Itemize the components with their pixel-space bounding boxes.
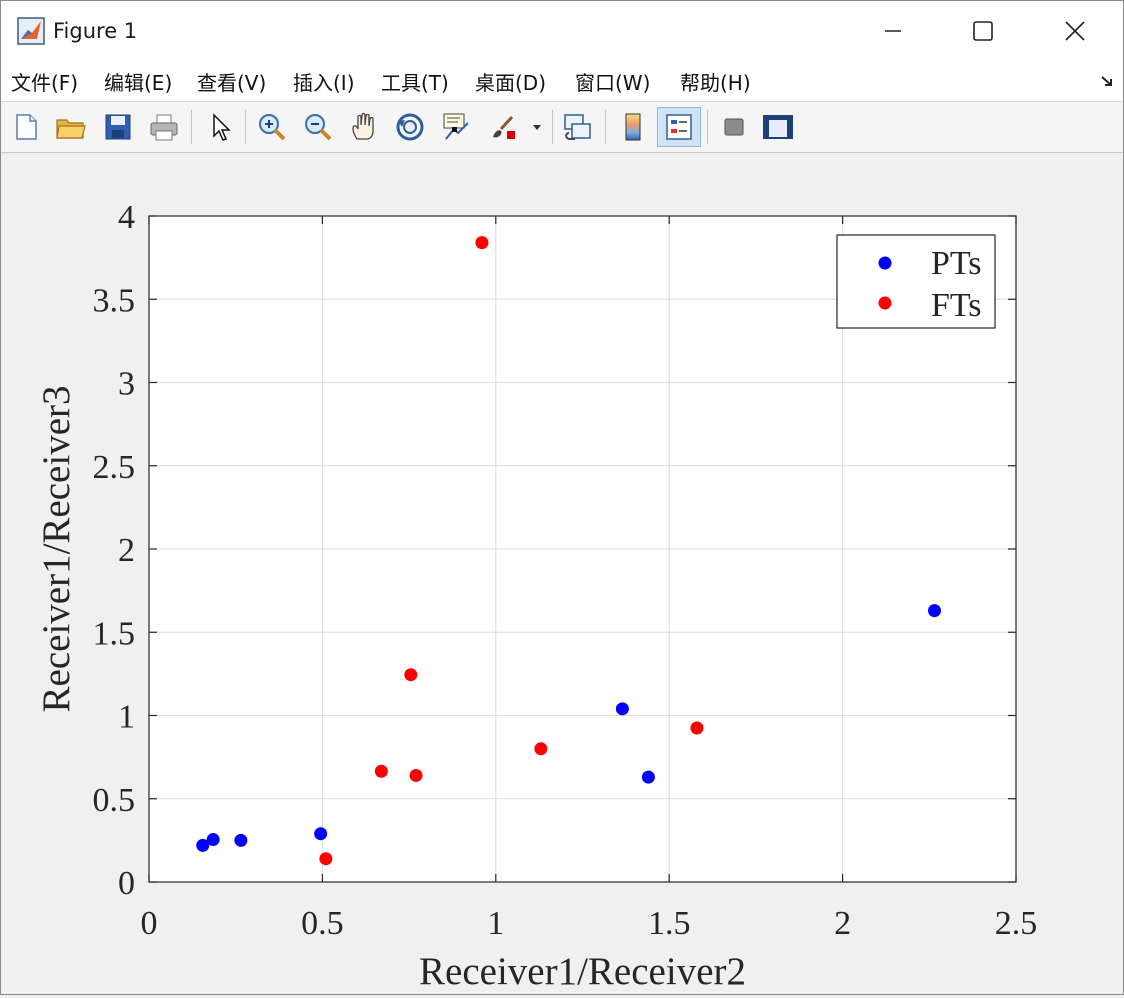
pointer-icon bbox=[213, 113, 231, 141]
rotate-3d-icon bbox=[396, 113, 424, 141]
data-point-fts bbox=[475, 236, 489, 250]
data-point-fts bbox=[690, 721, 704, 735]
data-point-fts bbox=[319, 852, 333, 866]
new-figure-icon bbox=[16, 114, 37, 140]
data-point-pts bbox=[234, 833, 248, 847]
data-point-pts bbox=[641, 770, 655, 784]
data-point-pts bbox=[928, 604, 942, 618]
data-cursor-button[interactable] bbox=[438, 109, 474, 145]
data-point-fts bbox=[404, 668, 418, 682]
hide-plot-tools-button[interactable] bbox=[716, 109, 752, 145]
y-tick-label: 0 bbox=[118, 865, 135, 902]
x-tick-label: 0 bbox=[141, 905, 158, 942]
minimize-button[interactable] bbox=[847, 1, 939, 61]
data-point-pts bbox=[206, 833, 220, 847]
data-point-fts bbox=[534, 742, 548, 756]
x-axis-label: Receiver1/Receiver2 bbox=[419, 950, 746, 993]
maximize-button[interactable] bbox=[937, 1, 1029, 61]
data-point-pts bbox=[615, 702, 629, 716]
close-icon bbox=[1065, 21, 1085, 41]
legend-marker-fts bbox=[878, 296, 892, 310]
toolbar-separator bbox=[707, 110, 708, 144]
hide-plot-tools-icon bbox=[724, 118, 744, 136]
maximize-icon bbox=[973, 21, 993, 41]
close-button[interactable] bbox=[1029, 1, 1121, 61]
pan-hand-icon bbox=[352, 112, 374, 140]
menu-help[interactable]: 帮助(H) bbox=[680, 67, 751, 96]
menu-window[interactable]: 窗口(W) bbox=[575, 67, 650, 96]
title-bar[interactable]: Figure 1 bbox=[1, 1, 1123, 61]
y-tick-label: 4 bbox=[118, 199, 135, 236]
menu-edit[interactable]: 编辑(E) bbox=[104, 67, 172, 96]
new-figure-button[interactable] bbox=[8, 109, 44, 145]
data-cursor-icon bbox=[443, 113, 469, 140]
legend-label-pts: PTs bbox=[931, 245, 982, 282]
colorbar-button[interactable] bbox=[615, 109, 651, 145]
zoom-out-icon bbox=[305, 114, 332, 141]
minimize-icon bbox=[885, 30, 901, 32]
toolbar-separator bbox=[605, 110, 606, 144]
menu-desktop[interactable]: 桌面(D) bbox=[475, 67, 546, 96]
y-tick-label: 3.5 bbox=[93, 282, 136, 319]
show-plot-tools-icon bbox=[763, 115, 793, 139]
figure-toolbar bbox=[1, 102, 1123, 153]
print-button[interactable] bbox=[146, 109, 182, 145]
data-point-fts bbox=[374, 764, 388, 778]
y-axis-label: Receiver1/Receiver3 bbox=[35, 386, 78, 713]
y-tick-label: 0.5 bbox=[93, 782, 136, 819]
figure-window: Figure 1 文件(F) 编辑(E) 查看(V) 插入(I) 工具(T) 桌… bbox=[0, 0, 1124, 995]
matlab-icon bbox=[17, 17, 45, 45]
zoom-in-icon bbox=[259, 114, 286, 141]
toolbar-separator bbox=[245, 110, 246, 144]
y-tick-label: 2 bbox=[118, 532, 135, 569]
legend-marker-pts bbox=[878, 256, 892, 270]
scatter-chart[interactable]: 0 0.5 1 1.5 2 2.5 0 0.5 1 1.5 2 2.5 3 3.5 4 Receiver1… bbox=[1, 153, 1123, 994]
y-tick-label: 1.5 bbox=[93, 615, 136, 652]
colorbar-icon bbox=[625, 113, 641, 141]
menu-bar: 文件(F) 编辑(E) 查看(V) 插入(I) 工具(T) 桌面(D) 窗口(W… bbox=[1, 61, 1123, 102]
pointer-button[interactable] bbox=[202, 109, 238, 145]
print-icon bbox=[150, 114, 178, 141]
link-plot-button[interactable] bbox=[560, 109, 596, 145]
legend-label-fts: FTs bbox=[931, 287, 982, 324]
show-plot-tools-button[interactable] bbox=[760, 109, 796, 145]
y-tick-label: 3 bbox=[118, 366, 135, 403]
menu-tools[interactable]: 工具(T) bbox=[381, 67, 449, 96]
legend-icon bbox=[666, 114, 692, 140]
x-tick-label: 1 bbox=[487, 905, 504, 942]
x-tick-label: 0.5 bbox=[301, 905, 344, 942]
figure-canvas[interactable]: 0 0.5 1 1.5 2 2.5 0 0.5 1 1.5 2 2.5 3 3.5 4 Receiver1… bbox=[1, 153, 1123, 994]
save-icon bbox=[105, 114, 131, 140]
data-point-pts bbox=[314, 827, 328, 841]
open-file-button[interactable] bbox=[53, 109, 89, 145]
brush-button[interactable] bbox=[485, 109, 521, 145]
x-tick-label: 1.5 bbox=[648, 905, 691, 942]
dock-arrow-icon[interactable] bbox=[1099, 73, 1115, 89]
y-tick-label: 2.5 bbox=[93, 449, 136, 486]
x-tick-label: 2.5 bbox=[995, 905, 1038, 942]
pan-button[interactable] bbox=[346, 109, 382, 145]
x-tick-label: 2 bbox=[834, 905, 851, 942]
save-button[interactable] bbox=[100, 109, 136, 145]
menu-file[interactable]: 文件(F) bbox=[11, 67, 78, 96]
zoom-out-button[interactable] bbox=[300, 109, 336, 145]
rotate-3d-button[interactable] bbox=[392, 109, 428, 145]
open-file-icon bbox=[56, 119, 86, 139]
brush-dropdown-button[interactable] bbox=[527, 109, 547, 145]
window-title: Figure 1 bbox=[53, 19, 138, 43]
toolbar-separator bbox=[552, 110, 553, 144]
toolbar-separator bbox=[191, 110, 192, 144]
menu-view[interactable]: 查看(V) bbox=[197, 67, 266, 96]
legend-button[interactable] bbox=[657, 107, 701, 147]
data-point-fts bbox=[409, 768, 423, 782]
legend[interactable]: PTs FTs bbox=[836, 234, 996, 329]
menu-insert[interactable]: 插入(I) bbox=[293, 67, 355, 96]
link-plot-icon bbox=[564, 114, 591, 140]
brush-dropdown-icon bbox=[533, 125, 541, 130]
zoom-in-button[interactable] bbox=[254, 109, 290, 145]
brush-icon bbox=[493, 115, 515, 139]
y-tick-label: 1 bbox=[118, 699, 135, 736]
